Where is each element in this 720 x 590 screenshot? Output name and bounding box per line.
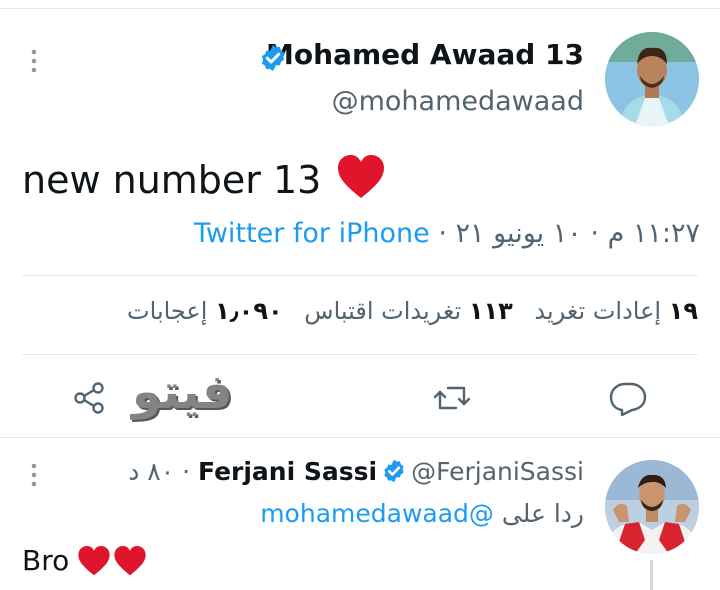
more-vertical-icon[interactable] <box>28 462 40 488</box>
tweet-time: ١١:٢٧ م <box>607 218 700 249</box>
likes-stat[interactable]: ١٫٠٩٠ إعجابات <box>127 297 283 325</box>
tweet-source-link[interactable]: Twitter for iPhone <box>194 218 430 249</box>
red-heart-emoji-icon <box>114 546 146 576</box>
reply-icon[interactable] <box>608 378 648 418</box>
quotes-stat[interactable]: ١١٣ تغريدات اقتباس <box>304 297 513 325</box>
divider <box>22 354 698 355</box>
replying-prefix: ردا على <box>501 499 584 528</box>
reply-author-name[interactable]: Ferjani Sassi <box>198 457 377 486</box>
tweet-text: new number 13 <box>22 158 322 202</box>
author-handle[interactable]: @mohamedawaad <box>332 86 584 117</box>
red-heart-emoji-icon <box>338 155 384 198</box>
tweet-meta: ١١:٢٧ م · ١٠ يونيو ٢١ · Twitter for iPho… <box>194 218 700 249</box>
author-name[interactable]: Mohamed Awaad 13 <box>266 38 584 71</box>
more-vertical-icon[interactable] <box>28 48 40 74</box>
likes-count: ١٫٠٩٠ <box>215 297 283 325</box>
reply-text: Bro <box>22 544 70 577</box>
reply-time[interactable]: ٨٠ د <box>128 457 174 486</box>
replying-to-handle[interactable]: @mohamedawaad <box>260 499 494 528</box>
reply-author-avatar[interactable] <box>605 460 699 554</box>
likes-label: إعجابات <box>127 297 208 325</box>
divider <box>0 437 720 438</box>
retweets-stat[interactable]: ١٩ إعادات تغريد <box>534 297 698 325</box>
reply-header: Ferjani Sassi @FerjaniSassi · ٨٠ د <box>128 457 584 486</box>
meta-separator: · <box>590 218 599 249</box>
author-avatar[interactable] <box>605 32 699 126</box>
tweet-date: ١٠ يونيو ٢١ <box>455 218 582 249</box>
top-divider <box>0 8 720 9</box>
verified-badge-icon <box>384 459 404 483</box>
thread-connector-line <box>650 560 653 590</box>
quotes-label: تغريدات اقتباس <box>304 297 462 325</box>
reply-author-handle[interactable]: @FerjaniSassi <box>411 457 584 486</box>
retweets-count: ١٩ <box>668 297 698 325</box>
watermark-logo: فيتو <box>132 364 233 420</box>
quotes-count: ١١٣ <box>468 297 513 325</box>
divider <box>22 275 698 276</box>
retweets-label: إعادات تغريد <box>534 297 662 325</box>
retweet-icon[interactable] <box>432 378 472 418</box>
meta-separator: · <box>438 218 447 249</box>
replying-to-line: ردا على @mohamedawaad <box>260 499 584 528</box>
red-heart-emoji-icon <box>78 546 110 576</box>
reply-separator: · <box>182 457 191 486</box>
engagement-stats: ١٩ إعادات تغريد ١١٣ تغريدات اقتباس ١٫٠٩٠… <box>127 297 698 325</box>
share-icon[interactable] <box>70 378 110 418</box>
verified-badge-icon <box>261 44 285 72</box>
